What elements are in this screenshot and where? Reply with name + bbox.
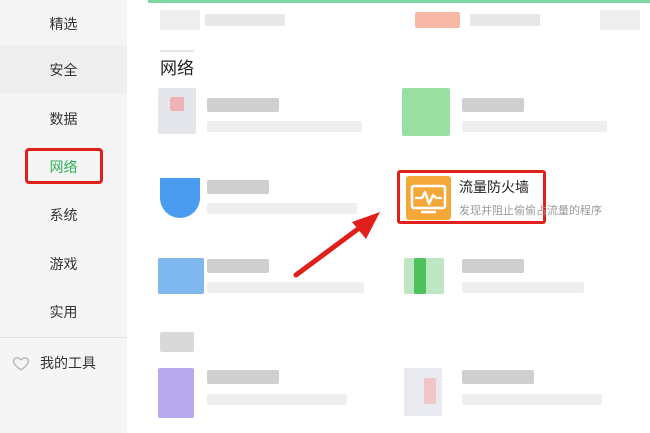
red-arrow-annotation: [293, 212, 380, 278]
